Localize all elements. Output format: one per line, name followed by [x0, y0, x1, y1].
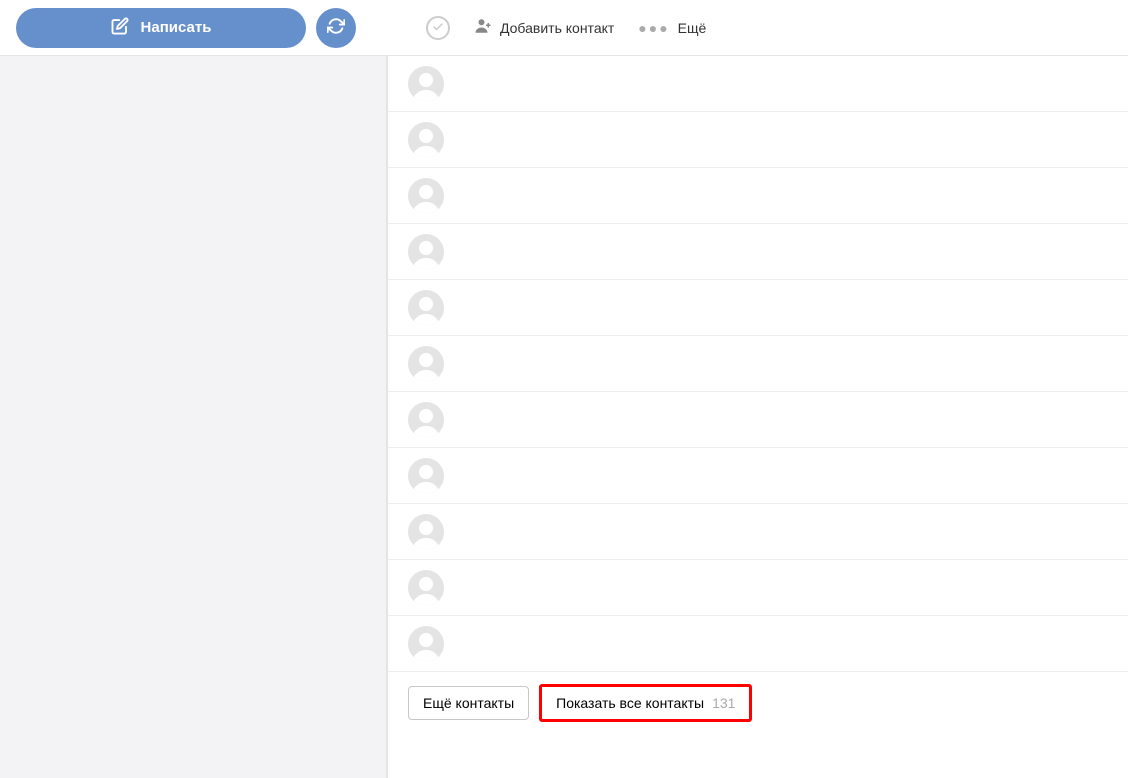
show-all-label: Показать все контакты — [556, 695, 704, 711]
refresh-icon — [327, 17, 345, 38]
avatar-placeholder-icon — [408, 290, 444, 326]
show-all-contacts-button[interactable]: Показать все контакты 131 — [539, 684, 752, 722]
compose-label: Написать — [141, 19, 212, 36]
compose-button[interactable]: Написать — [16, 8, 306, 48]
contact-row[interactable] — [388, 616, 1128, 672]
avatar-placeholder-icon — [408, 570, 444, 606]
avatar-placeholder-icon — [408, 514, 444, 550]
add-contact-button[interactable]: Добавить контакт — [474, 17, 614, 38]
contact-row[interactable] — [388, 280, 1128, 336]
more-menu[interactable]: ●●● Ещё — [638, 20, 706, 36]
avatar-placeholder-icon — [408, 346, 444, 382]
footer-actions: Ещё контакты Показать все контакты 131 — [388, 672, 1128, 734]
contact-list — [388, 56, 1128, 672]
more-contacts-button[interactable]: Ещё контакты — [408, 686, 529, 720]
contact-row[interactable] — [388, 448, 1128, 504]
avatar-placeholder-icon — [408, 402, 444, 438]
contact-row[interactable] — [388, 560, 1128, 616]
select-all-checkbox[interactable] — [426, 16, 450, 40]
more-label: Ещё — [678, 20, 707, 36]
avatar-placeholder-icon — [408, 122, 444, 158]
add-contact-icon — [474, 17, 492, 38]
refresh-button[interactable] — [316, 8, 356, 48]
contact-row[interactable] — [388, 504, 1128, 560]
dots-icon: ●●● — [638, 20, 669, 36]
topbar: Написать — [0, 0, 1128, 56]
contact-row[interactable] — [388, 224, 1128, 280]
contact-row[interactable] — [388, 112, 1128, 168]
contact-row[interactable] — [388, 336, 1128, 392]
contact-row[interactable] — [388, 392, 1128, 448]
toolbar-right: Добавить контакт ●●● Ещё — [426, 16, 706, 40]
avatar-placeholder-icon — [408, 458, 444, 494]
contacts-count: 131 — [712, 695, 735, 711]
avatar-placeholder-icon — [408, 66, 444, 102]
avatar-placeholder-icon — [408, 626, 444, 662]
avatar-placeholder-icon — [408, 234, 444, 270]
contact-row[interactable] — [388, 56, 1128, 112]
contact-row[interactable] — [388, 168, 1128, 224]
sidebar — [0, 56, 388, 778]
add-contact-label: Добавить контакт — [500, 20, 614, 36]
avatar-placeholder-icon — [408, 178, 444, 214]
checkmark-icon — [432, 20, 444, 36]
compose-icon — [111, 17, 129, 39]
main-content: Ещё контакты Показать все контакты 131 — [388, 56, 1128, 778]
